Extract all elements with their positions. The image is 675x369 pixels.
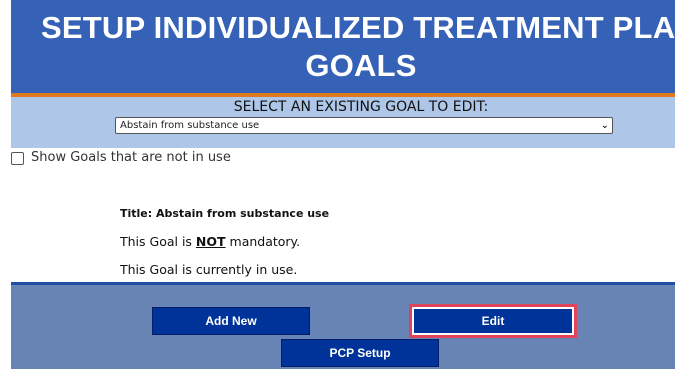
goal-select-label: SELECT AN EXISTING GOAL TO EDIT: <box>233 99 489 115</box>
action-footer: Add New Edit PCP Setup <box>11 285 675 369</box>
goal-title-value: Abstain from substance use <box>156 207 330 220</box>
goal-select-dropdown[interactable]: Abstain from substance use ⌄ <box>115 117 613 134</box>
edit-button[interactable]: Edit <box>409 304 577 338</box>
mandatory-prefix: This Goal is <box>120 234 196 249</box>
show-unused-goals-checkbox[interactable] <box>11 152 24 165</box>
goal-in-use-status: This Goal is currently in use. <box>120 262 298 277</box>
goal-title-prefix: Title: <box>120 207 156 220</box>
goal-mandatory-status: This Goal is NOT mandatory. <box>120 234 300 249</box>
mandatory-not: NOT <box>195 234 226 249</box>
chevron-down-icon: ⌄ <box>600 120 609 131</box>
show-unused-goals-label[interactable]: Show Goals that are not in use <box>31 150 231 165</box>
mandatory-suffix: mandatory. <box>225 234 301 249</box>
edit-button-label: Edit <box>414 309 572 333</box>
goal-title: Title: Abstain from substance use <box>120 207 329 220</box>
page-title-line1: SETUP INDIVIDUALIZED TREATMENT PLAN <box>41 10 675 45</box>
page-header: SETUP INDIVIDUALIZED TREATMENT PLAN GOAL… <box>11 0 675 93</box>
page-frame: SETUP INDIVIDUALIZED TREATMENT PLAN GOAL… <box>11 0 675 369</box>
goal-select-section: SELECT AN EXISTING GOAL TO EDIT: Abstain… <box>11 97 675 148</box>
pcp-setup-button[interactable]: PCP Setup <box>281 339 439 367</box>
goal-select-value: Abstain from substance use <box>120 120 260 131</box>
add-new-button[interactable]: Add New <box>152 307 310 335</box>
page-title-line2: GOALS <box>305 48 417 83</box>
